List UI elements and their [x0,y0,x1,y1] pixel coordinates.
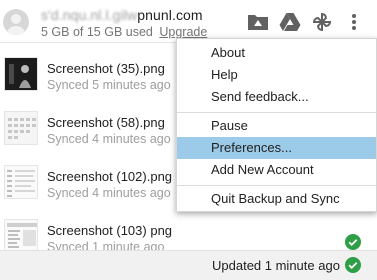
file-name: Screenshot (103) png [47,223,173,238]
storage-usage: 5 GB of 15 GB used Upgrade [41,25,207,39]
file-thumbnail [4,165,38,199]
storage-text: 5 GB of 15 GB used [41,25,153,39]
menu-divider [177,185,376,186]
menu-item-preferences[interactable]: Preferences... [177,137,376,159]
file-name: Screenshot (58).png [47,115,165,130]
status-check-icon [345,257,361,273]
avatar[interactable] [3,9,29,35]
status-bar: Updated 1 minute ago [0,250,377,280]
menu-divider [177,112,376,113]
overflow-menu: About Help Send feedback... Pause Prefer… [176,38,377,212]
file-name: Screenshot (35).png [47,61,165,76]
menu-item-about[interactable]: About [177,42,376,64]
menu-item-send-feedback[interactable]: Send feedback... [177,86,376,108]
menu-item-add-account[interactable]: Add New Account [177,159,376,181]
account-header: s'd.nqu.nl.l.gilwpnunl.com 5 GB of 15 GB… [0,0,377,43]
photos-pinwheel-icon[interactable] [311,12,333,32]
file-status: Synced 4 minutes ago [47,132,171,146]
file-thumbnail [4,111,38,145]
file-thumbnail [4,219,38,253]
file-status: Synced 5 minutes ago [47,78,171,92]
menu-item-pause[interactable]: Pause [177,115,376,137]
drive-icon[interactable] [279,12,301,32]
synced-check-icon [345,234,361,250]
folder-icon[interactable] [247,12,269,32]
file-status: Synced 4 minutes ago [47,186,171,200]
update-status: Updated 1 minute ago [212,258,340,273]
file-thumbnail [4,57,38,91]
account-email: s'd.nqu.nl.l.gilwpnunl.com [41,7,203,23]
menu-item-quit[interactable]: Quit Backup and Sync [177,188,376,210]
more-vert-icon[interactable] [349,12,359,32]
file-name: Screenshot (102).png [47,169,173,184]
upgrade-link[interactable]: Upgrade [159,25,207,39]
menu-item-help[interactable]: Help [177,64,376,86]
